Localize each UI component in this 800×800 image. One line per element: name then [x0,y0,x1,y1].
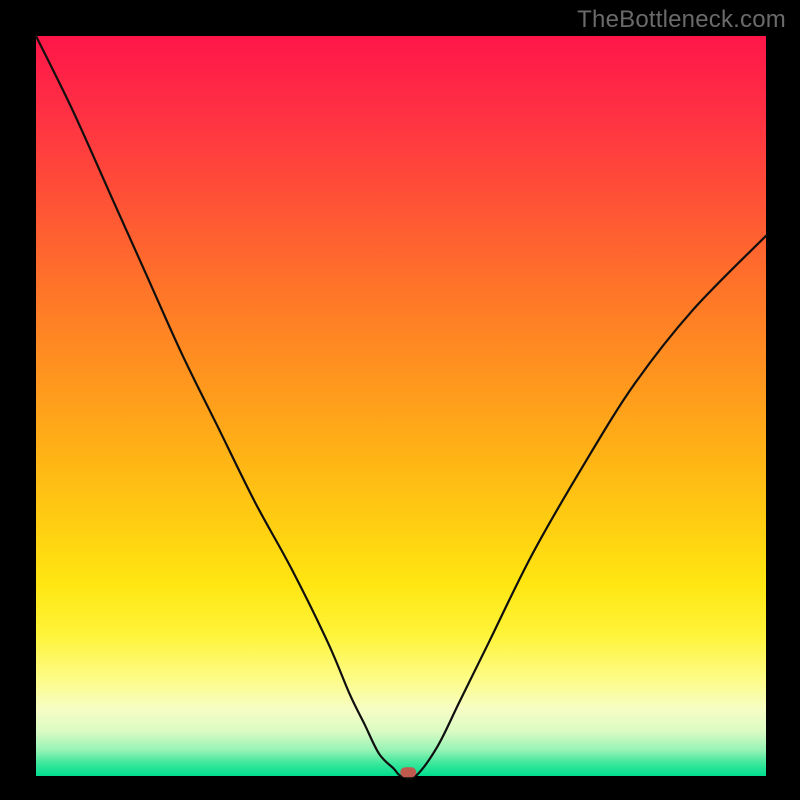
chart-frame: TheBottleneck.com [0,0,800,800]
plot-area [36,36,766,776]
watermark-text: TheBottleneck.com [577,6,786,34]
min-marker [400,767,416,777]
bottleneck-curve [36,36,766,778]
curve-svg [36,36,766,776]
